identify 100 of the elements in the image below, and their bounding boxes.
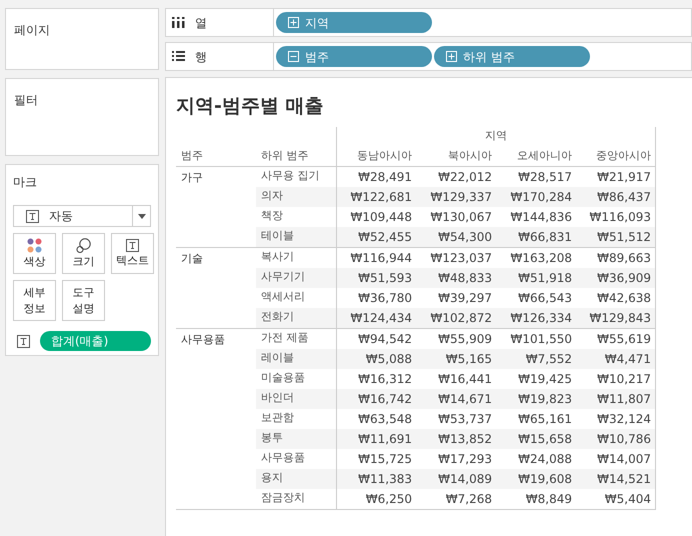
circles-icon — [76, 238, 91, 253]
table-cell-text: ₩5,165 — [446, 350, 492, 368]
table-cell-text: ₩170,284 — [510, 188, 572, 206]
table-cell-text: ₩24,088 — [518, 450, 572, 468]
subcategory-label: 가전 제품 — [261, 330, 308, 346]
column-header: 중앙아시아 — [596, 148, 651, 164]
table-cell-text: ₩16,742 — [358, 390, 412, 408]
table-cell-text: ₩63,548 — [358, 410, 412, 428]
table-cell-text: ₩116,093 — [590, 208, 651, 226]
shelf-label: 행 — [195, 48, 207, 66]
card-title: 마크 — [13, 174, 38, 191]
table-cell-text: ₩144,836 — [510, 208, 572, 226]
table-cell-text: ₩66,543 — [518, 290, 572, 306]
table-cell-text: ₩51,918 — [518, 270, 572, 286]
table-cell-text: ₩19,823 — [518, 390, 572, 408]
table-cell-text: ₩109,448 — [350, 208, 412, 226]
table-cell-text: ₩54,300 — [438, 228, 492, 246]
table-cell-text: ₩11,691 — [358, 430, 412, 448]
table-cell-text: ₩5,404 — [604, 490, 651, 508]
list-icon — [172, 51, 185, 62]
color-dots-icon — [27, 238, 42, 253]
text-icon — [17, 334, 30, 348]
dropdown-value: 자동 — [49, 208, 73, 225]
table-cell-text: ₩10,217 — [597, 370, 651, 388]
mark-type-dropdown[interactable]: 자동 — [13, 205, 151, 227]
field-label: 범주 — [305, 48, 329, 66]
table-cell-text: ₩11,807 — [597, 390, 651, 408]
plus-box-icon[interactable] — [446, 51, 457, 62]
table-cell-text: ₩129,843 — [590, 310, 651, 326]
table-cell-text: ₩66,831 — [518, 228, 572, 246]
table-cell-text: ₩130,067 — [430, 208, 492, 226]
subcategory-label: 보관함 — [261, 410, 294, 426]
table-cell-text: ₩124,434 — [350, 310, 412, 326]
table-cell-text: ₩15,725 — [358, 450, 412, 468]
subcategory-label: 레이블 — [261, 350, 294, 366]
mark-property-button[interactable]: 텍스트 — [111, 233, 154, 274]
subcategory-label: 사무용 집기 — [261, 168, 320, 184]
table-cell-text: ₩14,671 — [438, 390, 492, 408]
subcategory-label: 테이블 — [261, 228, 294, 244]
table-cell-text: ₩51,593 — [358, 270, 412, 286]
table-cell-text: ₩163,208 — [510, 250, 572, 266]
table-cell-text: ₩6,250 — [366, 490, 412, 508]
table-cell-text: ₩7,268 — [446, 490, 492, 508]
table-cell-text: ₩4,471 — [604, 350, 651, 368]
table-cell-text: ₩28,517 — [518, 168, 572, 186]
table-cell-text: ₩101,550 — [510, 330, 572, 348]
table-cell-text: ₩42,638 — [597, 290, 651, 306]
mark-property-button[interactable]: 크기 — [62, 233, 105, 274]
table-cell-text: ₩102,872 — [430, 310, 492, 326]
table-cell-text: ₩28,491 — [358, 168, 412, 186]
table-cell-text: ₩89,663 — [597, 250, 651, 266]
subcategory-label: 복사기 — [261, 249, 294, 266]
table-cell-text: ₩52,455 — [358, 228, 412, 246]
table-cell-text: ₩19,608 — [518, 470, 572, 488]
table-cell-text: ₩15,658 — [518, 430, 572, 448]
table-cell-text: ₩14,007 — [597, 450, 651, 468]
table-cell-text: ₩16,441 — [438, 370, 492, 388]
caret-icon — [138, 214, 146, 218]
card-title: 필터 — [14, 93, 38, 107]
table-cell-text: ₩48,833 — [438, 270, 492, 286]
shelf-label: 열 — [195, 14, 207, 32]
plus-box-icon[interactable] — [288, 17, 299, 28]
table-cell-text: ₩122,681 — [350, 188, 412, 206]
subcategory-label: 용지 — [261, 470, 283, 486]
subcategory-label: 잠금장치 — [261, 490, 305, 506]
subcategory-label: 사무용품 — [261, 450, 305, 466]
category-label: 기술 — [181, 252, 203, 264]
table-cell-text: ₩5,088 — [366, 350, 412, 368]
minus-box-icon[interactable] — [288, 51, 299, 62]
table-cell-text: ₩21,917 — [597, 168, 651, 186]
table-cell-text: ₩22,012 — [438, 168, 492, 186]
mark-property-button[interactable]: 색상 — [13, 233, 56, 274]
column-header: 범주 — [181, 148, 203, 164]
subcategory-label: 사무기기 — [261, 269, 305, 286]
column-header: 동남아시아 — [357, 148, 412, 164]
card-title: 페이지 — [14, 23, 50, 37]
text-icon — [26, 210, 39, 222]
subcategory-label: 액세서리 — [261, 289, 305, 306]
table-cell-text: ₩53,737 — [438, 410, 492, 428]
table-cell-text: ₩16,312 — [358, 370, 412, 388]
table-cell-text: ₩11,383 — [358, 470, 412, 488]
table-cell-text: ₩14,521 — [597, 470, 651, 488]
column-header: 오세아니아 — [517, 148, 572, 164]
table-cell-text: ₩65,161 — [518, 410, 572, 428]
mark-property-button[interactable]: 도구 설명 — [62, 280, 105, 321]
table-cell-text: ₩39,297 — [438, 290, 492, 306]
table-cell-text: ₩17,293 — [438, 450, 492, 468]
mark-property-button[interactable]: 세부 정보 — [13, 280, 56, 321]
table-cell-text: ₩8,849 — [526, 490, 572, 508]
table-cell-text: ₩55,619 — [597, 330, 651, 348]
category-label: 가구 — [181, 170, 203, 184]
subcategory-label: 미술용품 — [261, 370, 305, 386]
subcategory-label: 봉투 — [261, 430, 283, 446]
text-icon — [126, 239, 139, 252]
table-cell-text: ₩36,780 — [358, 290, 412, 306]
table-cell-text: ₩94,542 — [358, 330, 412, 348]
subcategory-label: 바인더 — [261, 390, 294, 406]
column-group-header: 지역 — [485, 128, 507, 144]
columns-icon — [172, 17, 185, 28]
table-cell-text: ₩126,334 — [510, 310, 572, 326]
